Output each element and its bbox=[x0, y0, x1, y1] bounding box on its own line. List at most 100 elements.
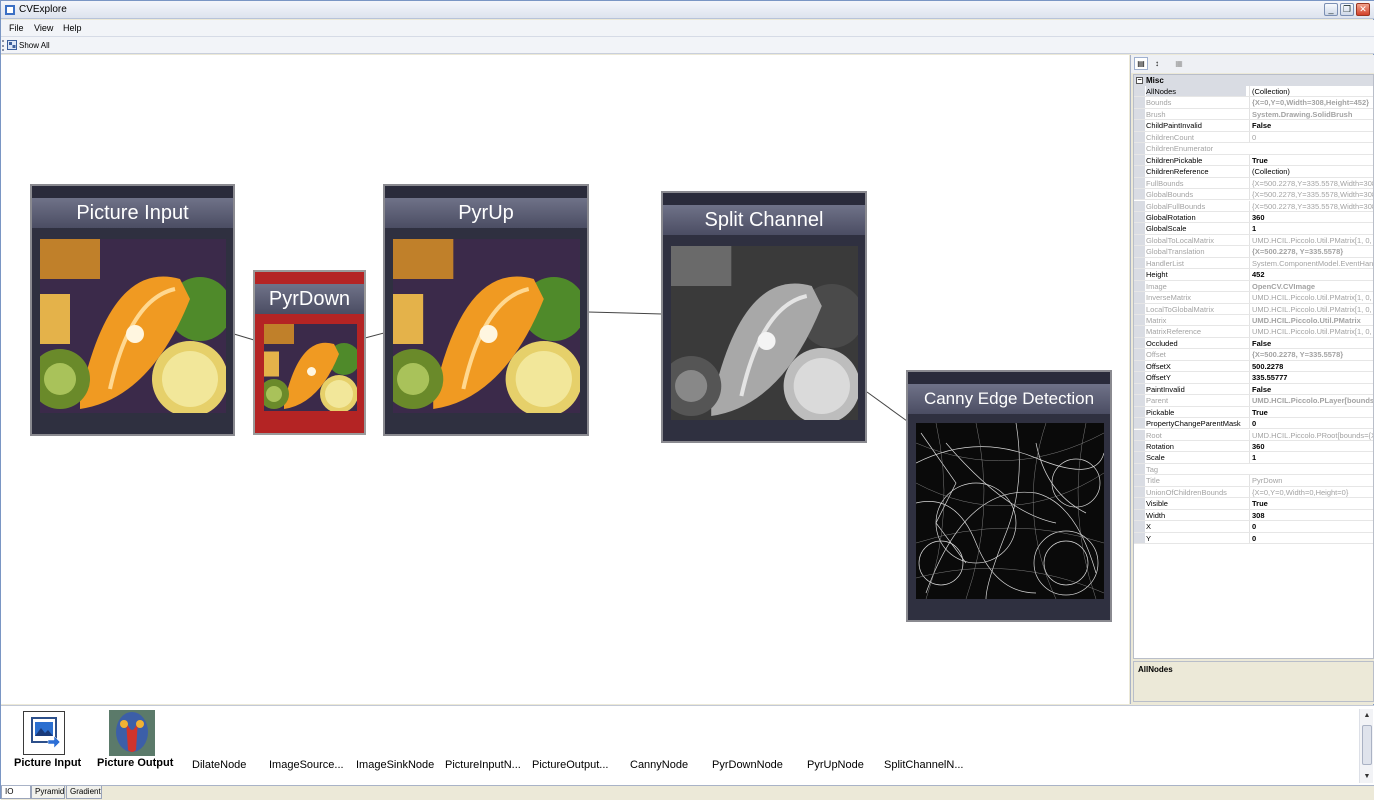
menu-view[interactable]: View bbox=[34, 23, 53, 33]
alphabetical-icon[interactable]: ↕ bbox=[1150, 57, 1164, 70]
node-canny[interactable]: Canny Edge Detection bbox=[906, 370, 1112, 622]
property-value[interactable]: False bbox=[1249, 383, 1373, 395]
property-value[interactable]: {X=500.2278,Y=335.5578,Width=308} bbox=[1249, 200, 1373, 211]
property-value[interactable]: UMD.HCIL.Piccolo.PRoot[bounds={X= bbox=[1249, 429, 1373, 440]
property-value[interactable]: UMD.HCIL.Piccolo.Util.PMatrix[1, 0, bbox=[1249, 292, 1373, 303]
property-value[interactable]: True bbox=[1249, 498, 1373, 509]
property-row[interactable]: Occluded False bbox=[1134, 337, 1373, 350]
toolbox-item-pyrup[interactable]: PyrUpNode bbox=[807, 759, 864, 771]
tab-pyramid[interactable]: Pyramid bbox=[31, 786, 65, 799]
property-row[interactable]: Root UMD.HCIL.Piccolo.PRoot[bounds={X= bbox=[1134, 429, 1373, 441]
toolbox-item-pyrdown[interactable]: PyrDownNode bbox=[712, 759, 783, 771]
property-row[interactable]: Height 452 bbox=[1134, 269, 1373, 281]
property-row[interactable]: ChildrenCount 0 bbox=[1134, 131, 1373, 144]
property-value[interactable]: OpenCV.CVImage bbox=[1249, 280, 1373, 292]
property-row[interactable]: Parent UMD.HCIL.Piccolo.PLayer[bounds= bbox=[1134, 395, 1373, 407]
property-value[interactable]: 0 bbox=[1249, 521, 1373, 532]
scroll-thumb[interactable] bbox=[1362, 725, 1372, 765]
toolbox-item-picture-input-node[interactable]: PictureInputN... bbox=[445, 759, 521, 771]
node-canvas[interactable]: Picture Input PyrDown PyrUp Split Channe… bbox=[1, 55, 1129, 704]
minimize-button[interactable]: _ bbox=[1324, 3, 1338, 16]
property-row[interactable]: PropertyChangeParentMask 0 bbox=[1134, 418, 1373, 430]
node-pyrup[interactable]: PyrUp bbox=[383, 184, 589, 436]
property-row[interactable]: GlobalToLocalMatrix UMD.HCIL.Piccolo.Util… bbox=[1134, 234, 1373, 247]
property-row[interactable]: GlobalBounds {X=500.2278,Y=335.5578,Width… bbox=[1134, 189, 1373, 201]
node-picture-input[interactable]: Picture Input bbox=[30, 184, 235, 436]
restore-button[interactable]: ❐ bbox=[1340, 3, 1354, 16]
property-row[interactable]: LocalToGlobalMatrix UMD.HCIL.Piccolo.Util… bbox=[1134, 303, 1373, 315]
property-row[interactable]: Title PyrDown bbox=[1134, 475, 1373, 487]
toolbox-item-canny[interactable]: CannyNode bbox=[630, 759, 688, 771]
toolbox-picture-input-button[interactable] bbox=[23, 711, 65, 755]
property-row[interactable]: ChildPaintInvalid False bbox=[1134, 120, 1373, 132]
property-value[interactable]: PyrDown bbox=[1249, 475, 1373, 486]
property-row[interactable]: GlobalFullBounds {X=500.2278,Y=335.5578,W… bbox=[1134, 200, 1373, 212]
node-pyrdown[interactable]: PyrDown bbox=[253, 270, 366, 435]
toolbar-grip[interactable] bbox=[2, 40, 4, 51]
property-row[interactable]: Visible True bbox=[1134, 498, 1373, 510]
toolbox-item-picture-output-node[interactable]: PictureOutput... bbox=[532, 759, 608, 771]
toolbox-item-dilate[interactable]: DilateNode bbox=[192, 759, 246, 771]
property-row[interactable]: Bounds {X=0,Y=0,Width=308,Height=452} bbox=[1134, 97, 1373, 109]
property-row[interactable]: PaintInvalid False bbox=[1134, 383, 1373, 396]
property-value[interactable]: UMD.HCIL.Piccolo.PLayer[bounds= bbox=[1249, 395, 1373, 406]
property-row[interactable]: HandlerList System.ComponentModel.EventHa… bbox=[1134, 257, 1373, 270]
property-row[interactable]: Image OpenCV.CVImage bbox=[1134, 280, 1373, 293]
tab-io[interactable]: IO bbox=[1, 786, 31, 799]
property-value[interactable]: UMD.HCIL.Piccolo.Util.PMatrix bbox=[1249, 315, 1373, 326]
property-value[interactable]: 0 bbox=[1249, 532, 1373, 543]
property-value[interactable]: 0 bbox=[1249, 418, 1373, 429]
property-row[interactable]: Y0 bbox=[1134, 532, 1373, 544]
property-row[interactable]: GlobalTranslation {X=500.2278, Y=335.5578… bbox=[1134, 246, 1373, 258]
property-value[interactable]: 0 bbox=[1249, 131, 1373, 143]
property-row[interactable]: AllNodes (Collection) bbox=[1134, 86, 1373, 98]
property-value[interactable]: 1 bbox=[1249, 452, 1373, 463]
category-row[interactable]: − Misc bbox=[1134, 75, 1373, 86]
toolbox-scrollbar[interactable]: ▲ ▼ bbox=[1359, 709, 1373, 783]
property-value[interactable]: 500.2278 bbox=[1249, 360, 1373, 372]
property-value[interactable]: {X=500.2278, Y=335.5578} bbox=[1249, 246, 1373, 257]
property-value[interactable]: 1 bbox=[1249, 223, 1373, 234]
property-row[interactable]: OffsetY 335.55777 bbox=[1134, 372, 1373, 384]
property-row[interactable]: Pickable True bbox=[1134, 406, 1373, 419]
property-value[interactable]: False bbox=[1249, 120, 1373, 131]
property-list[interactable]: − Misc AllNodes (Collection) Bounds {X=0,Y=… bbox=[1133, 74, 1374, 659]
toolbox-picture-output-button[interactable] bbox=[109, 710, 155, 756]
property-row[interactable]: Rotation 360 bbox=[1134, 440, 1373, 453]
property-row[interactable]: InverseMatrix UMD.HCIL.Piccolo.Util.PMatr… bbox=[1134, 292, 1373, 304]
property-row[interactable]: Brush System.Drawing.SolidBrush bbox=[1134, 108, 1373, 121]
property-row[interactable]: ChildrenPickable True bbox=[1134, 154, 1373, 167]
property-value[interactable]: 308 bbox=[1249, 509, 1373, 521]
property-row[interactable]: Tag bbox=[1134, 463, 1373, 476]
toolbox-item-split-channel[interactable]: SplitChannelN... bbox=[884, 759, 964, 771]
property-row[interactable]: Width 308 bbox=[1134, 509, 1373, 522]
scroll-up-icon[interactable]: ▲ bbox=[1361, 710, 1373, 721]
property-row[interactable]: Scale 1 bbox=[1134, 452, 1373, 464]
categorized-icon[interactable]: ▤ bbox=[1134, 57, 1148, 70]
property-value[interactable]: 452 bbox=[1249, 269, 1373, 280]
property-row[interactable]: ChildrenEnumerator bbox=[1134, 143, 1373, 155]
property-value[interactable]: False bbox=[1249, 337, 1373, 349]
property-pages-icon[interactable]: ▦ bbox=[1172, 57, 1186, 70]
property-row[interactable]: FullBounds {X=500.2278,Y=335.5578,Width=3… bbox=[1134, 177, 1373, 190]
property-value[interactable]: UMD.HCIL.Piccolo.Util.PMatrix[1, 0, bbox=[1249, 303, 1373, 314]
toolbox-item-image-source[interactable]: ImageSource... bbox=[269, 759, 344, 771]
property-value[interactable]: True bbox=[1249, 154, 1373, 166]
menu-file[interactable]: File bbox=[9, 23, 24, 33]
show-all-button[interactable]: Show All bbox=[7, 39, 50, 52]
close-button[interactable]: ✕ bbox=[1356, 3, 1370, 16]
property-value[interactable]: True bbox=[1249, 406, 1373, 417]
property-value[interactable]: (Collection) bbox=[1249, 86, 1373, 97]
property-value[interactable]: {X=500.2278,Y=335.5578,Width=308} bbox=[1249, 177, 1373, 188]
property-row[interactable]: OffsetX 500.2278 bbox=[1134, 360, 1373, 373]
property-row[interactable]: UnionOfChildrenBounds {X=0,Y=0,Width=0,He… bbox=[1134, 486, 1373, 499]
scroll-down-icon[interactable]: ▼ bbox=[1361, 771, 1373, 782]
property-value[interactable]: UMD.HCIL.Piccolo.Util.PMatrix[1, 0, bbox=[1249, 234, 1373, 246]
property-value[interactable]: {X=500.2278,Y=335.5578,Width=308} bbox=[1249, 189, 1373, 200]
property-row[interactable]: Offset {X=500.2278, Y=335.5578} bbox=[1134, 349, 1373, 361]
property-row[interactable]: MatrixReference UMD.HCIL.Piccolo.Util.PMa… bbox=[1134, 326, 1373, 338]
property-value[interactable]: 335.55777 bbox=[1249, 372, 1373, 383]
property-value[interactable]: System.Drawing.SolidBrush bbox=[1249, 108, 1373, 120]
toolbox-item-image-sink[interactable]: ImageSinkNode bbox=[356, 759, 434, 771]
property-value[interactable]: UMD.HCIL.Piccolo.Util.PMatrix[1, 0, bbox=[1249, 326, 1373, 337]
